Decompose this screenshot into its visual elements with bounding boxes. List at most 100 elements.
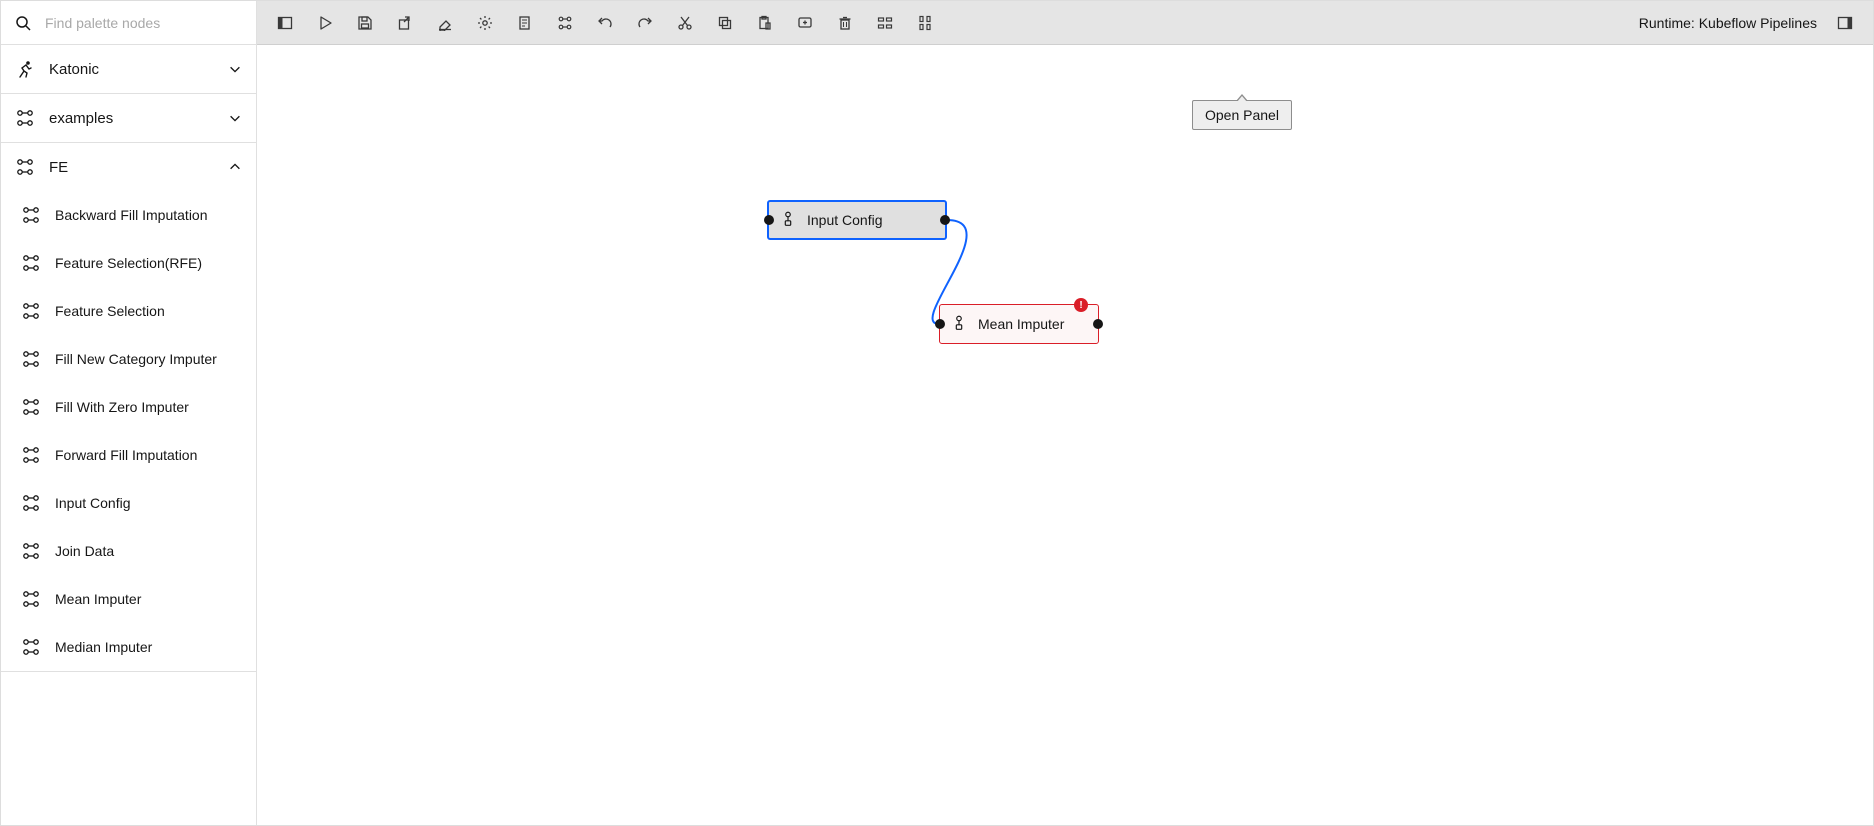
palette-node-label: Fill With Zero Imputer bbox=[55, 398, 189, 416]
palette-node[interactable]: Forward Fill Imputation bbox=[1, 431, 256, 479]
palette-node-label: Feature Selection bbox=[55, 302, 165, 320]
node-icon bbox=[21, 253, 41, 273]
pipeline-canvas[interactable]: Input Config Mean Imputer Open Panel bbox=[257, 45, 1873, 825]
cut-icon bbox=[677, 15, 693, 31]
copy[interactable] bbox=[705, 1, 745, 45]
copy-icon bbox=[717, 15, 733, 31]
palette-node[interactable]: Feature Selection bbox=[1, 287, 256, 335]
palette-node[interactable]: Input Config bbox=[1, 479, 256, 527]
arrange-h-icon bbox=[877, 15, 893, 31]
grid4-icon bbox=[15, 108, 35, 128]
palette-node[interactable]: Backward Fill Imputation bbox=[1, 191, 256, 239]
comment-icon bbox=[797, 15, 813, 31]
canvas-node-label: Mean Imputer bbox=[978, 316, 1064, 332]
arrange-vert[interactable] bbox=[905, 1, 945, 45]
redo[interactable] bbox=[625, 1, 665, 45]
palette-node[interactable]: Mean Imputer bbox=[1, 575, 256, 623]
chevron-down-icon bbox=[228, 62, 242, 76]
arrange-horiz[interactable] bbox=[865, 1, 905, 45]
delete[interactable] bbox=[825, 1, 865, 45]
input-port[interactable] bbox=[764, 215, 774, 225]
export[interactable] bbox=[385, 1, 425, 45]
output-port[interactable] bbox=[940, 215, 950, 225]
node-icon bbox=[950, 314, 968, 335]
add-file[interactable] bbox=[505, 1, 545, 45]
category-label: Katonic bbox=[49, 61, 228, 78]
search-icon bbox=[15, 15, 31, 31]
settings[interactable] bbox=[465, 1, 505, 45]
palette-list[interactable]: Katonic examples FE Backward Fill Imputa… bbox=[1, 45, 256, 825]
grid4-icon bbox=[15, 157, 35, 177]
node-icon bbox=[21, 301, 41, 321]
category-header-fe[interactable]: FE bbox=[1, 143, 256, 191]
error-badge-icon bbox=[1074, 298, 1088, 312]
category-label: examples bbox=[49, 110, 228, 127]
clear[interactable] bbox=[425, 1, 465, 45]
add-comment[interactable] bbox=[785, 1, 825, 45]
node-icon bbox=[21, 493, 41, 513]
palette-node[interactable]: Feature Selection(RFE) bbox=[1, 239, 256, 287]
canvas-node[interactable]: Input Config bbox=[767, 200, 947, 240]
runner-icon bbox=[15, 59, 35, 79]
arrange-icon bbox=[557, 15, 573, 31]
palette-node-label: Median Imputer bbox=[55, 638, 152, 656]
palette-node-label: Join Data bbox=[55, 542, 114, 560]
palette-node-label: Feature Selection(RFE) bbox=[55, 254, 202, 272]
palette-sidebar: Katonic examples FE Backward Fill Imputa… bbox=[1, 1, 257, 825]
node-icon bbox=[21, 445, 41, 465]
export-icon bbox=[397, 15, 413, 31]
paste[interactable] bbox=[745, 1, 785, 45]
node-icon bbox=[21, 541, 41, 561]
undo[interactable] bbox=[585, 1, 625, 45]
panel-right-toggle[interactable] bbox=[1825, 1, 1865, 45]
palette-node-label: Fill New Category Imputer bbox=[55, 350, 217, 368]
palette-node[interactable]: Fill With Zero Imputer bbox=[1, 383, 256, 431]
main: Runtime: Kubeflow Pipelines Input Config… bbox=[257, 1, 1873, 825]
edge-layer bbox=[257, 45, 1873, 825]
arrange-v-icon bbox=[917, 15, 933, 31]
palette-node[interactable]: Median Imputer bbox=[1, 623, 256, 671]
redo-icon bbox=[637, 15, 653, 31]
save[interactable] bbox=[345, 1, 385, 45]
category-katonic: Katonic bbox=[1, 45, 256, 94]
app-root: Katonic examples FE Backward Fill Imputa… bbox=[0, 0, 1874, 826]
file-plus-icon bbox=[517, 15, 533, 31]
toolbar: Runtime: Kubeflow Pipelines bbox=[257, 1, 1873, 45]
category-header-examples[interactable]: examples bbox=[1, 94, 256, 142]
category-examples: examples bbox=[1, 94, 256, 143]
undo-icon bbox=[597, 15, 613, 31]
palette-node-label: Forward Fill Imputation bbox=[55, 446, 197, 464]
tooltip: Open Panel bbox=[1192, 100, 1292, 130]
node-icon bbox=[21, 397, 41, 417]
palette-node-label: Mean Imputer bbox=[55, 590, 141, 608]
run[interactable] bbox=[305, 1, 345, 45]
chevron-up-icon bbox=[228, 160, 242, 174]
arrange[interactable] bbox=[545, 1, 585, 45]
category-fe: FE Backward Fill Imputation Feature Sele… bbox=[1, 143, 256, 672]
category-label: FE bbox=[49, 159, 228, 176]
gear-icon bbox=[477, 15, 493, 31]
palette-node-label: Input Config bbox=[55, 494, 131, 512]
eraser-icon bbox=[437, 15, 453, 31]
runtime-label: Runtime: Kubeflow Pipelines bbox=[1639, 15, 1825, 31]
play-icon bbox=[317, 15, 333, 31]
save-icon bbox=[357, 15, 373, 31]
palette-node[interactable]: Join Data bbox=[1, 527, 256, 575]
cut[interactable] bbox=[665, 1, 705, 45]
category-header-katonic[interactable]: Katonic bbox=[1, 45, 256, 93]
canvas-node-label: Input Config bbox=[807, 212, 883, 228]
canvas-node[interactable]: Mean Imputer bbox=[939, 304, 1099, 344]
output-port[interactable] bbox=[1093, 319, 1103, 329]
panel-left-toggle[interactable] bbox=[265, 1, 305, 45]
paste-icon bbox=[757, 15, 773, 31]
palette-node[interactable]: Fill New Category Imputer bbox=[1, 335, 256, 383]
palette-search-input[interactable] bbox=[45, 15, 242, 31]
tooltip-text: Open Panel bbox=[1205, 107, 1279, 123]
node-icon bbox=[779, 210, 797, 231]
chevron-down-icon bbox=[228, 111, 242, 125]
node-icon bbox=[21, 349, 41, 369]
input-port[interactable] bbox=[935, 319, 945, 329]
node-icon bbox=[21, 637, 41, 657]
trash-icon bbox=[837, 15, 853, 31]
node-icon bbox=[21, 589, 41, 609]
